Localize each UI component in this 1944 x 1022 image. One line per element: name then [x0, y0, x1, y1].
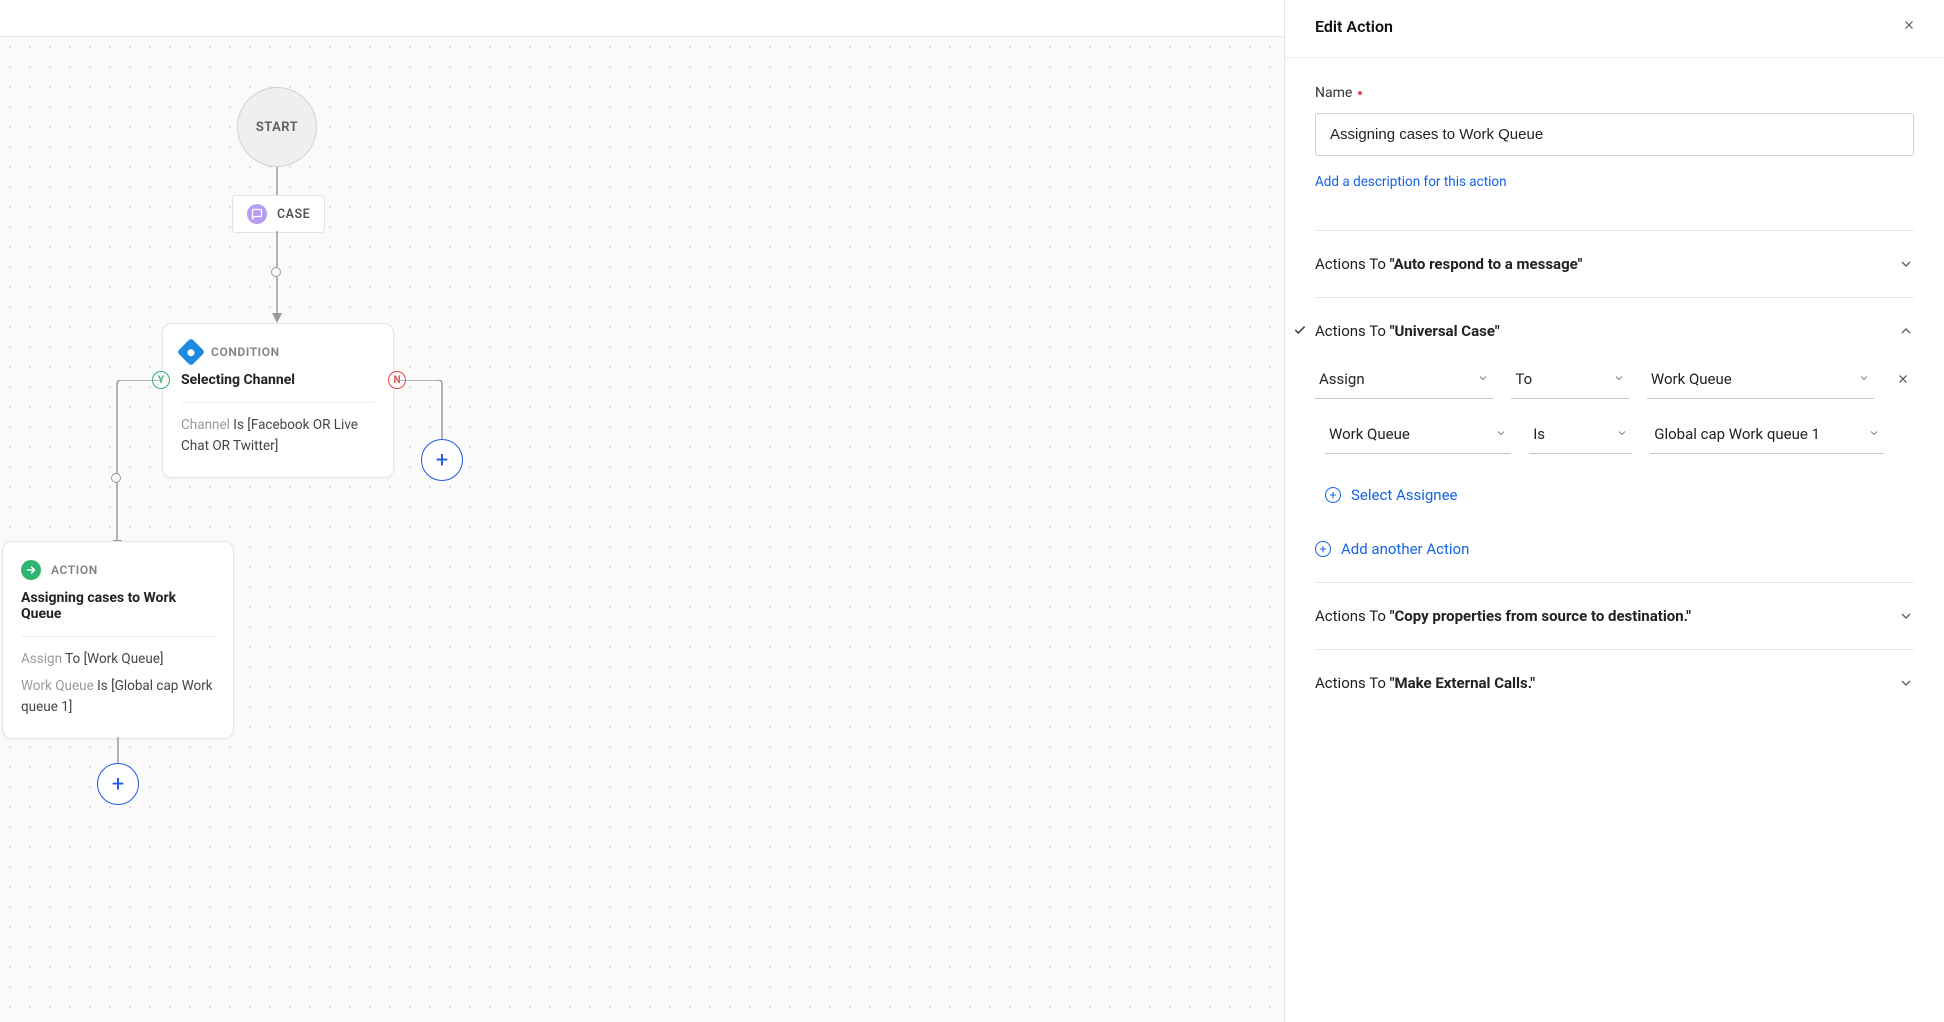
connector-yes — [113, 380, 165, 550]
edit-panel: Edit Action Name Add a description for t… — [1284, 0, 1944, 1022]
yes-badge: Y — [152, 371, 170, 389]
panel-title: Edit Action — [1315, 17, 1393, 36]
close-icon[interactable] — [1898, 12, 1920, 41]
select-operator[interactable]: Is — [1529, 417, 1632, 454]
chevron-down-icon — [1898, 608, 1914, 624]
chevron-down-icon — [1868, 425, 1880, 443]
required-indicator — [1358, 91, 1362, 95]
action-node[interactable]: ACTION Assigning cases to Work Queue Ass… — [2, 541, 234, 739]
section-header-auto-respond[interactable]: Actions To "Auto respond to a message" — [1315, 255, 1914, 273]
plus-circle-icon: + — [1315, 541, 1331, 557]
condition-title: Selecting Channel — [181, 372, 375, 388]
action-icon — [21, 560, 41, 580]
select-value[interactable]: Global cap Work queue 1 — [1650, 417, 1884, 454]
chevron-down-icon — [1898, 675, 1914, 691]
plus-circle-icon: + — [1325, 487, 1341, 503]
action-line2: Work Queue Is [Global cap Work queue 1] — [21, 676, 215, 718]
connector — [273, 167, 281, 195]
case-label: CASE — [277, 207, 310, 222]
case-node[interactable]: CASE — [232, 195, 325, 233]
condition-node[interactable]: CONDITION Selecting Channel Channel Is [… — [162, 323, 394, 478]
select-assignee-link[interactable]: + Select Assignee — [1315, 486, 1457, 504]
chevron-down-icon — [1477, 370, 1489, 388]
add-another-action-link[interactable]: + Add another Action — [1315, 540, 1469, 558]
panel-header: Edit Action — [1285, 0, 1944, 58]
connector — [270, 231, 284, 323]
add-node-button-yes[interactable]: + — [97, 763, 139, 805]
select-target[interactable]: Work Queue — [1647, 362, 1874, 399]
condition-text: Channel Is [Facebook OR Live Chat OR Twi… — [181, 415, 375, 457]
name-label: Name — [1315, 85, 1362, 101]
select-field[interactable]: Work Queue — [1325, 417, 1511, 454]
select-preposition[interactable]: To — [1511, 362, 1629, 399]
chevron-down-icon — [1613, 370, 1625, 388]
connector-dot — [111, 473, 121, 483]
section-universal-case: Actions To "Universal Case" Assign To — [1315, 297, 1914, 582]
add-description-link[interactable]: Add a description for this action — [1315, 174, 1507, 190]
flow-canvas[interactable]: START CASE CONDITION Selecting Channel C… — [0, 36, 1284, 1022]
condition-label: CONDITION — [211, 345, 280, 359]
no-badge: N — [388, 371, 406, 389]
chevron-down-icon — [1495, 425, 1507, 443]
section-header-external[interactable]: Actions To "Make External Calls." — [1315, 674, 1914, 692]
connector-no — [396, 380, 448, 448]
chevron-up-icon — [1898, 323, 1914, 339]
connector — [113, 737, 123, 765]
chevron-down-icon — [1858, 370, 1870, 388]
select-verb[interactable]: Assign — [1315, 362, 1493, 399]
name-input[interactable] — [1315, 113, 1914, 156]
add-node-button-no[interactable]: + — [421, 439, 463, 481]
action-line1: Assign To [Work Queue] — [21, 649, 215, 670]
start-node[interactable]: START — [237, 87, 317, 167]
check-icon — [1293, 322, 1307, 341]
action-row-2: Work Queue Is Global cap Work queue 1 — [1315, 417, 1914, 454]
action-title: Assigning cases to Work Queue — [21, 590, 215, 622]
section-header-universal[interactable]: Actions To "Universal Case" — [1315, 322, 1914, 340]
section-header-copy[interactable]: Actions To "Copy properties from source … — [1315, 607, 1914, 625]
start-label: START — [256, 120, 298, 135]
chevron-down-icon — [1616, 425, 1628, 443]
connector-dot — [271, 267, 281, 277]
remove-row-icon[interactable] — [1892, 368, 1914, 394]
section-copy-properties: Actions To "Copy properties from source … — [1315, 582, 1914, 649]
action-row-1: Assign To Work Queue — [1315, 362, 1914, 399]
chevron-down-icon — [1898, 256, 1914, 272]
action-label: ACTION — [51, 563, 98, 577]
condition-icon — [177, 338, 205, 366]
section-external-calls: Actions To "Make External Calls." — [1315, 649, 1914, 716]
case-icon — [247, 204, 267, 224]
section-auto-respond: Actions To "Auto respond to a message" — [1315, 230, 1914, 297]
